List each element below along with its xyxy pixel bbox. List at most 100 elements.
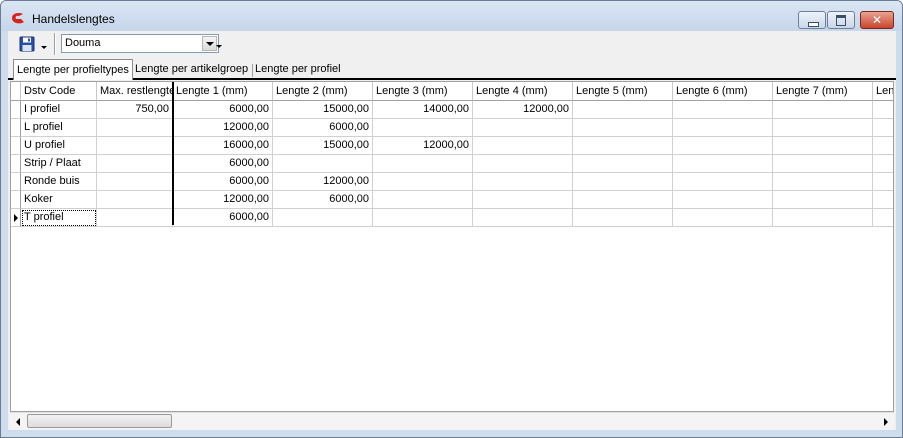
- grid-cell[interactable]: [873, 173, 893, 191]
- column-header[interactable]: Lengte 7 (mm): [773, 82, 873, 101]
- row-selector[interactable]: [11, 209, 21, 227]
- grid-cell[interactable]: 12000,00: [273, 173, 373, 191]
- tab-lengte-per-profiel[interactable]: Lengte per profiel: [252, 62, 344, 78]
- grid-cell[interactable]: [573, 101, 673, 119]
- tab-lengte-per-profieltypes[interactable]: Lengte per profieltypes: [13, 59, 133, 80]
- grid-cell[interactable]: [473, 137, 573, 155]
- grid-cell[interactable]: [373, 209, 473, 227]
- grid-cell[interactable]: [573, 155, 673, 173]
- grid-cell[interactable]: [673, 173, 773, 191]
- grid-cell[interactable]: 6000,00: [273, 191, 373, 209]
- grid-cell[interactable]: [97, 209, 173, 227]
- grid-cell[interactable]: [97, 119, 173, 137]
- grid-cell[interactable]: 12000,00: [173, 119, 273, 137]
- grid-cell[interactable]: [773, 209, 873, 227]
- grid-cell[interactable]: [773, 155, 873, 173]
- company-select[interactable]: Douma: [61, 34, 219, 53]
- tab-lengte-per-artikelgroep[interactable]: Lengte per artikelgroep: [132, 62, 251, 78]
- grid-cell[interactable]: 6000,00: [173, 173, 273, 191]
- maximize-button[interactable]: [827, 11, 855, 29]
- grid-cell[interactable]: [873, 191, 893, 209]
- close-button[interactable]: ✕: [860, 11, 894, 29]
- row-selector[interactable]: [11, 137, 21, 155]
- grid-cell[interactable]: 14000,00: [373, 101, 473, 119]
- grid-cell[interactable]: [97, 191, 173, 209]
- grid-cell[interactable]: I profiel: [21, 101, 97, 119]
- data-grid[interactable]: Dstv Code Max. restlengte Lengte 1 (mm) Len…: [10, 81, 894, 412]
- grid-cell[interactable]: 6000,00: [173, 155, 273, 173]
- grid-cell[interactable]: 6000,00: [273, 119, 373, 137]
- grid-cell[interactable]: [773, 101, 873, 119]
- grid-cell[interactable]: [873, 209, 893, 227]
- grid-cell[interactable]: [673, 191, 773, 209]
- grid-cell[interactable]: 15000,00: [273, 101, 373, 119]
- horizontal-scrollbar[interactable]: [10, 412, 894, 430]
- row-selector[interactable]: [11, 191, 21, 209]
- grid-cell[interactable]: [373, 173, 473, 191]
- column-header[interactable]: Lengte 6 (mm): [673, 82, 773, 101]
- save-dropdown-arrow-icon[interactable]: [41, 46, 47, 49]
- grid-cell[interactable]: [773, 173, 873, 191]
- grid-cell[interactable]: [273, 209, 373, 227]
- column-header[interactable]: Lengte 2 (mm): [273, 82, 373, 101]
- save-button[interactable]: [13, 32, 51, 56]
- grid-cell[interactable]: [573, 209, 673, 227]
- grid-cell[interactable]: [673, 209, 773, 227]
- grid-cell[interactable]: 12000,00: [373, 137, 473, 155]
- grid-cell[interactable]: [373, 119, 473, 137]
- column-header[interactable]: Lengte 1 (mm): [173, 82, 273, 101]
- grid-cell[interactable]: [97, 173, 173, 191]
- grid-cell[interactable]: [373, 191, 473, 209]
- column-header[interactable]: Lengte 5 (mm): [573, 82, 673, 101]
- row-selector[interactable]: [11, 155, 21, 173]
- grid-cell[interactable]: [473, 191, 573, 209]
- minimize-button[interactable]: [798, 11, 826, 29]
- column-header[interactable]: Lengte 3 (mm): [373, 82, 473, 101]
- column-header[interactable]: Dstv Code: [21, 82, 97, 101]
- grid-cell[interactable]: Ronde buis: [21, 173, 97, 191]
- scrollbar-thumb[interactable]: [27, 414, 172, 428]
- grid-cell[interactable]: [473, 119, 573, 137]
- grid-cell[interactable]: [673, 119, 773, 137]
- grid-cell[interactable]: [97, 137, 173, 155]
- grid-cell[interactable]: 16000,00: [173, 137, 273, 155]
- grid-cell[interactable]: T profiel: [21, 209, 97, 227]
- grid-cell[interactable]: 6000,00: [173, 209, 273, 227]
- toolbar-overflow-icon[interactable]: [216, 45, 222, 48]
- row-selector[interactable]: [11, 173, 21, 191]
- grid-cell[interactable]: Strip / Plaat: [21, 155, 97, 173]
- chevron-down-icon[interactable]: [202, 36, 217, 51]
- column-header[interactable]: Lengte 8 (mm): [873, 82, 893, 101]
- grid-cell[interactable]: [573, 191, 673, 209]
- grid-cell[interactable]: 750,00: [97, 101, 173, 119]
- scroll-right-icon[interactable]: [877, 413, 894, 430]
- grid-cell[interactable]: [673, 137, 773, 155]
- grid-cell[interactable]: [873, 155, 893, 173]
- grid-cell[interactable]: [573, 137, 673, 155]
- grid-cell[interactable]: [873, 101, 893, 119]
- grid-cell[interactable]: [873, 119, 893, 137]
- grid-cell[interactable]: [273, 155, 373, 173]
- grid-cell[interactable]: [773, 119, 873, 137]
- grid-cell[interactable]: [473, 173, 573, 191]
- grid-cell[interactable]: 12000,00: [173, 191, 273, 209]
- grid-cell[interactable]: Koker: [21, 191, 97, 209]
- grid-cell[interactable]: 15000,00: [273, 137, 373, 155]
- row-selector[interactable]: [11, 101, 21, 119]
- grid-cell[interactable]: [373, 155, 473, 173]
- grid-cell[interactable]: U profiel: [21, 137, 97, 155]
- row-selector[interactable]: [11, 119, 21, 137]
- grid-cell[interactable]: 6000,00: [173, 101, 273, 119]
- grid-cell[interactable]: [773, 137, 873, 155]
- grid-cell[interactable]: [673, 155, 773, 173]
- grid-cell[interactable]: [97, 155, 173, 173]
- column-header[interactable]: Max. restlengte: [97, 82, 173, 101]
- grid-cell[interactable]: [773, 191, 873, 209]
- column-header[interactable]: Lengte 4 (mm): [473, 82, 573, 101]
- grid-cell[interactable]: 12000,00: [473, 101, 573, 119]
- grid-cell[interactable]: [573, 173, 673, 191]
- scroll-left-icon[interactable]: [10, 413, 27, 430]
- grid-cell[interactable]: [873, 137, 893, 155]
- header-corner[interactable]: [11, 82, 21, 101]
- title-bar[interactable]: Handelslengtes ✕: [1, 1, 902, 31]
